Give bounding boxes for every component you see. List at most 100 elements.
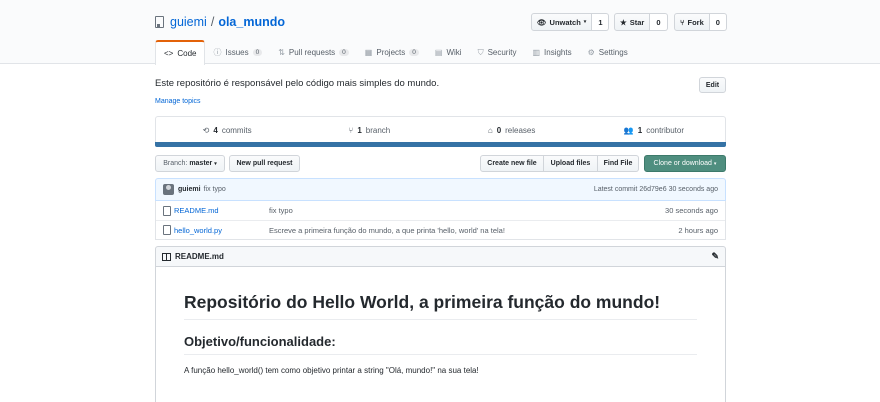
manage-topics-link[interactable]: Manage topics: [155, 98, 201, 105]
tab-settings[interactable]: ⚙ Settings: [580, 40, 636, 65]
tab-projects[interactable]: ▦ Projects 0: [357, 40, 427, 65]
tab-security[interactable]: ⛉ Security: [470, 40, 525, 65]
branch-prefix: Branch:: [163, 160, 188, 167]
history-icon: ⟲: [202, 125, 210, 135]
repo-nav-tabs: <> Code ⓘ Issues 0 ⇅ Pull requests 0 ▦ P…: [155, 40, 636, 65]
file-icon: [163, 205, 171, 216]
file-age: 30 seconds ago: [665, 206, 718, 215]
latest-commit-info: Latest commit 26d79e6 30 seconds ago: [594, 186, 718, 193]
book-icon: ▤: [434, 48, 443, 57]
shield-icon: ⛉: [477, 47, 484, 57]
branch-name: master: [189, 160, 213, 167]
star-button[interactable]: ★ Star: [614, 13, 651, 31]
readme-heading-2: Objetivo/funcionalidade:: [184, 334, 697, 355]
star-group: ★ Star 0: [614, 13, 668, 31]
stat-commits[interactable]: ⟲ 4 commits: [156, 117, 298, 143]
star-count[interactable]: 0: [650, 13, 668, 31]
issue-icon: ⓘ: [213, 48, 222, 57]
tab-projects-label: Projects: [376, 48, 406, 57]
repo-icon: [155, 16, 164, 28]
star-icon: ★: [620, 17, 627, 27]
readme-body: Repositório do Hello World, a primeira f…: [155, 266, 726, 402]
repo-title: guiemi / ola_mundo: [155, 15, 285, 29]
file-icon: [163, 225, 171, 235]
unwatch-button[interactable]: 👁 Unwatch ▾: [531, 13, 593, 31]
tab-code-label: Code: [177, 49, 197, 58]
tab-settings-label: Settings: [598, 48, 628, 57]
repo-stats: ⟲ 4 commits ⑂ 1 branch ⌂ 0 releases 👥 1 …: [155, 116, 726, 143]
unwatch-label: Unwatch: [549, 17, 581, 27]
star-label: Star: [629, 17, 645, 27]
create-new-file-button[interactable]: Create new file: [480, 155, 544, 172]
graph-icon: ▥: [532, 48, 541, 57]
project-icon: ▦: [364, 48, 373, 57]
contributors-label: contributor: [646, 125, 684, 135]
tab-code[interactable]: <> Code: [155, 40, 206, 65]
watch-group: 👁 Unwatch ▾ 1: [531, 13, 610, 31]
stat-contributors[interactable]: 👥 1 contributor: [583, 117, 725, 143]
file-commit-message-link[interactable]: fix typo: [269, 206, 665, 215]
contributors-count: 1: [637, 125, 643, 135]
fork-button[interactable]: ⑂ Fork: [674, 13, 710, 31]
tab-security-label: Security: [487, 48, 517, 57]
watch-count[interactable]: 1: [592, 13, 610, 31]
stat-branches[interactable]: ⑂ 1 branch: [298, 117, 440, 143]
latest-commit-label: Latest commit: [593, 186, 638, 193]
find-file-button[interactable]: Find File: [598, 155, 639, 172]
tab-insights-label: Insights: [544, 48, 572, 57]
repo-owner-link[interactable]: guiemi: [170, 15, 207, 29]
eye-icon: 👁: [537, 17, 547, 27]
releases-label: releases: [505, 125, 536, 135]
branches-count: 1: [357, 125, 362, 135]
pull-request-icon: ⇅: [278, 48, 285, 57]
projects-counter: 0: [409, 49, 419, 56]
commits-count: 4: [213, 125, 218, 135]
file-commit-message-link[interactable]: Escreve a primeira função do mundo, a qu…: [269, 226, 678, 235]
branches-label: branch: [365, 125, 391, 135]
clone-download-button[interactable]: Clone or download ▾: [644, 155, 726, 172]
branch-icon: ⑂: [348, 125, 354, 135]
upload-files-button[interactable]: Upload files: [544, 155, 598, 172]
language-bar[interactable]: [155, 142, 726, 147]
table-row: README.md fix typo 30 seconds ago: [156, 201, 725, 220]
new-pull-request-button[interactable]: New pull request: [229, 155, 300, 172]
repo-description: Este repositório é responsável pelo códi…: [155, 78, 440, 89]
file-list: README.md fix typo 30 seconds ago hello_…: [155, 201, 726, 240]
tab-pull-requests-label: Pull requests: [288, 48, 336, 57]
repo-separator: /: [210, 15, 215, 29]
tab-wiki-label: Wiki: [446, 48, 462, 57]
branch-select-button[interactable]: Branch: master ▾: [155, 155, 225, 172]
avatar[interactable]: [163, 184, 174, 195]
readme-filename: README.md: [175, 252, 224, 261]
repo-name-link[interactable]: ola_mundo: [218, 15, 285, 29]
latest-commit-bar: guiemi fix typo Latest commit 26d79e6 30…: [155, 178, 726, 201]
releases-count: 0: [496, 125, 502, 135]
fork-icon: ⑂: [680, 17, 685, 27]
file-name-link[interactable]: README.md: [174, 206, 269, 215]
caret-down-icon: ▾: [583, 19, 587, 25]
tab-pull-requests[interactable]: ⇅ Pull requests 0: [270, 40, 357, 65]
commit-message-link[interactable]: fix typo: [204, 186, 226, 193]
tab-issues[interactable]: ⓘ Issues 0: [205, 40, 270, 65]
book-icon: [162, 252, 171, 261]
commit-author-link[interactable]: guiemi: [178, 186, 201, 193]
code-icon: <>: [164, 49, 174, 58]
tab-insights[interactable]: ▥ Insights: [524, 40, 579, 65]
file-name-link[interactable]: hello_world.py: [174, 226, 269, 235]
tag-icon: ⌂: [487, 125, 493, 135]
file-age: 2 hours ago: [678, 225, 718, 235]
tab-issues-label: Issues: [225, 48, 249, 57]
readme-paragraph: A função hello_world() tem como objetivo…: [184, 366, 479, 375]
commit-sha-link[interactable]: 26d79e6: [639, 186, 666, 193]
edit-description-button[interactable]: Edit: [699, 77, 726, 93]
fork-group: ⑂ Fork 0: [674, 13, 727, 31]
caret-down-icon: ▾: [713, 160, 717, 167]
fork-count[interactable]: 0: [709, 13, 727, 31]
clone-label: Clone or download: [653, 160, 712, 167]
tab-wiki[interactable]: ▤ Wiki: [427, 40, 470, 65]
issues-counter: 0: [252, 49, 263, 56]
readme-header: README.md ✎: [155, 246, 726, 267]
stat-releases[interactable]: ⌂ 0 releases: [441, 117, 583, 143]
fork-label: Fork: [687, 17, 704, 27]
pencil-icon[interactable]: ✎: [711, 251, 719, 262]
